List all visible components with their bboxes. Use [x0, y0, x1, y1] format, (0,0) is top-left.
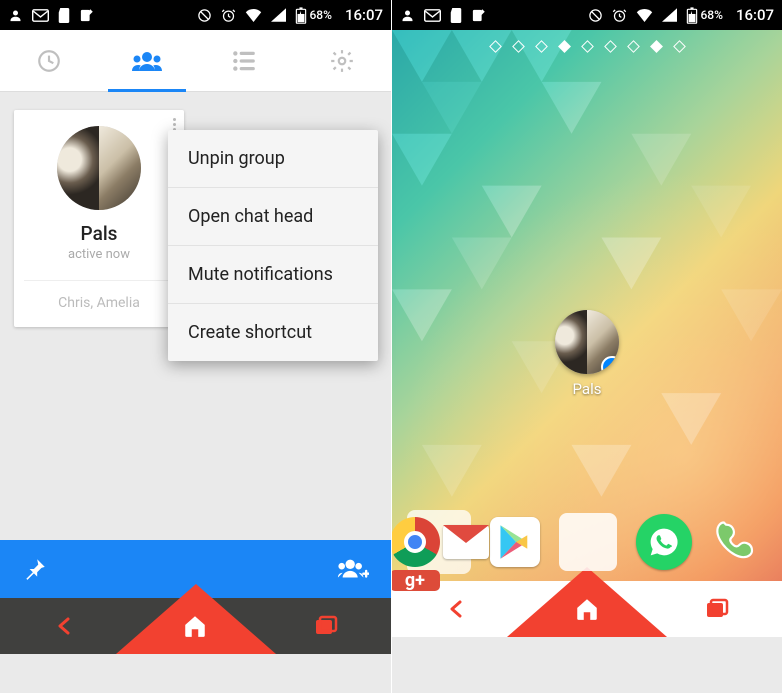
page-dot-current[interactable]	[650, 40, 663, 53]
nav-recents[interactable]	[286, 598, 366, 654]
content-area: Pals active now Chris, Amelia Unpin grou…	[0, 110, 391, 654]
battery-text: 68%	[309, 8, 331, 22]
shortcut-label: Pals	[547, 380, 627, 398]
battery-indicator: 68%	[295, 7, 331, 24]
page-indicator[interactable]	[392, 42, 782, 51]
page-dot[interactable]	[673, 40, 686, 53]
wifi-icon	[245, 8, 262, 22]
dock-folder-google[interactable]: g+	[407, 510, 471, 574]
shortcut-avatar	[555, 310, 619, 374]
context-menu: Unpin group Open chat head Mute notifica…	[168, 130, 378, 361]
person-icon	[8, 8, 23, 23]
add-group-icon[interactable]	[337, 556, 369, 582]
dock-app-drawer[interactable]	[559, 513, 617, 571]
group-card[interactable]: Pals active now Chris, Amelia	[14, 110, 184, 327]
page-dot[interactable]	[581, 40, 594, 53]
clock-text: 16:07	[345, 6, 383, 24]
dock-phone[interactable]	[711, 514, 767, 570]
dock-whatsapp[interactable]	[636, 514, 692, 570]
status-bar: 68% 16:07	[392, 0, 782, 30]
menu-mute-notifications[interactable]: Mute notifications	[168, 245, 378, 303]
nav-back[interactable]	[25, 598, 105, 654]
page-dot[interactable]	[512, 40, 525, 53]
nav-home[interactable]	[547, 581, 627, 637]
battery-text: 68%	[700, 8, 722, 22]
menu-unpin-group[interactable]: Unpin group	[168, 130, 378, 187]
page-dot[interactable]	[604, 40, 617, 53]
alarm-icon	[612, 8, 627, 23]
clock-text: 16:07	[736, 6, 774, 24]
group-name: Pals	[81, 222, 118, 245]
mail-icon	[424, 9, 441, 22]
phone-left-messenger: 68% 16:07 Pals active now Chris, A	[0, 0, 391, 693]
signal-icon	[271, 8, 286, 22]
page-dot[interactable]	[535, 40, 548, 53]
nav-bar	[0, 598, 391, 654]
sd-icon	[58, 8, 70, 23]
dock: g+	[392, 503, 782, 581]
google-plus-icon: g+	[392, 570, 440, 591]
sd-icon	[450, 8, 462, 23]
battery-indicator: 68%	[686, 7, 722, 24]
top-tabs	[0, 30, 391, 92]
shortcut-pals[interactable]: Pals	[547, 310, 627, 398]
person-icon	[400, 8, 415, 23]
chrome-icon	[392, 517, 440, 567]
no-sim-icon	[197, 8, 212, 23]
menu-create-shortcut[interactable]: Create shortcut	[168, 303, 378, 361]
group-status: active now	[68, 247, 130, 262]
tab-settings[interactable]	[293, 30, 391, 91]
menu-open-chat-head[interactable]: Open chat head	[168, 187, 378, 245]
nav-bar	[392, 581, 782, 637]
group-avatar	[57, 126, 141, 210]
note-icon	[471, 8, 486, 23]
page-dot[interactable]	[627, 40, 640, 53]
phone-right-homescreen: 68% 16:07	[391, 0, 782, 693]
no-sim-icon	[588, 8, 603, 23]
signal-icon	[662, 8, 677, 22]
nav-recents[interactable]	[677, 581, 757, 637]
note-icon	[79, 8, 94, 23]
alarm-icon	[221, 8, 236, 23]
group-members: Chris, Amelia	[58, 295, 140, 311]
tab-contacts[interactable]	[196, 30, 294, 91]
page-dot[interactable]	[489, 40, 502, 53]
status-bar: 68% 16:07	[0, 0, 391, 30]
tab-groups[interactable]	[98, 30, 196, 91]
messenger-badge-icon	[601, 356, 619, 374]
wifi-icon	[636, 8, 653, 22]
page-dot[interactable]	[558, 40, 571, 53]
pin-icon[interactable]	[22, 556, 48, 582]
tab-recent[interactable]	[0, 30, 98, 91]
home-screen[interactable]: Pals g+	[392, 30, 782, 637]
mail-icon	[32, 9, 49, 22]
nav-home[interactable]	[155, 598, 235, 654]
dock-play-store[interactable]	[490, 517, 540, 567]
gmail-icon	[443, 525, 489, 559]
